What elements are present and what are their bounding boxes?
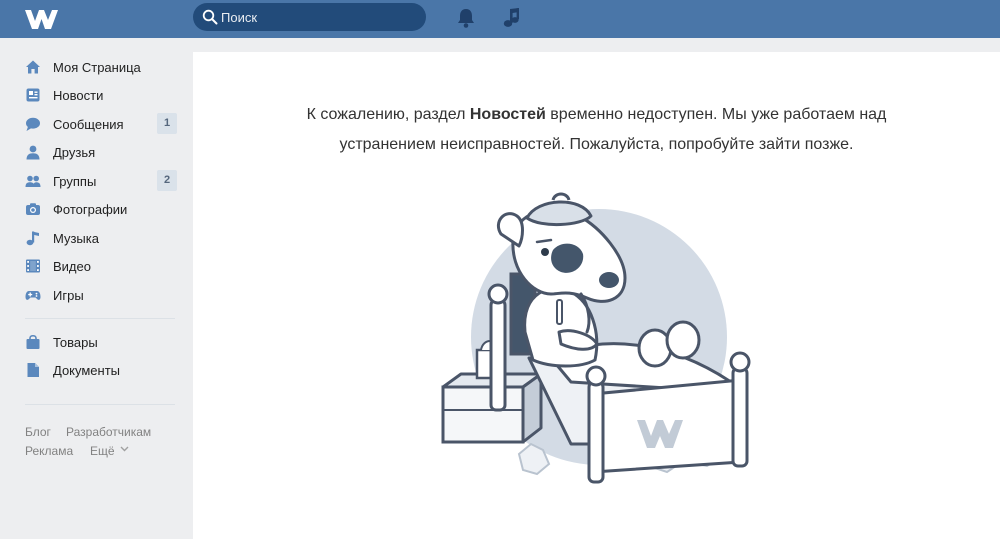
sidebar-item-market[interactable]: Товары	[0, 329, 185, 355]
sidebar-item-my-page[interactable]: Моя Страница	[0, 54, 185, 80]
messages-icon	[26, 117, 40, 131]
groups-count-badge: 2	[157, 170, 177, 191]
error-message-line2: устранением неисправностей. Пожалуйста, …	[339, 136, 854, 153]
main-content: К сожалению, раздел Новостей временно не…	[193, 52, 1000, 539]
footer-link-ads[interactable]: Реклама	[25, 444, 73, 458]
sidebar-item-music[interactable]: Музыка	[0, 225, 185, 251]
sidebar-item-label: Друзья	[53, 145, 96, 160]
sidebar-item-groups[interactable]: Группы 2	[0, 168, 185, 194]
home-icon	[26, 60, 40, 74]
sidebar-item-label: Товары	[53, 335, 98, 350]
music-note-icon	[26, 231, 39, 246]
news-icon	[26, 88, 40, 102]
error-message-part2: временно недоступен. Мы уже работаем над	[545, 106, 887, 123]
vk-logo-icon[interactable]	[24, 4, 60, 34]
music-note-icon[interactable]	[502, 7, 522, 29]
sidebar-item-label: Игры	[53, 288, 84, 303]
sidebar-item-friends[interactable]: Друзья	[0, 139, 185, 165]
sidebar-item-label: Фотографии	[53, 202, 128, 217]
sidebar-item-messages[interactable]: Сообщения 1	[0, 111, 185, 137]
sidebar-item-label: Сообщения	[53, 117, 124, 132]
sidebar-item-label: Музыка	[53, 231, 99, 246]
error-message: К сожалению, раздел Новостей временно не…	[193, 100, 1000, 160]
search-input[interactable]	[221, 3, 417, 31]
bell-icon[interactable]	[455, 7, 477, 29]
footer-link-blog[interactable]: Блог	[25, 425, 51, 439]
friend-icon	[26, 145, 40, 160]
sidebar-item-photos[interactable]: Фотографии	[0, 196, 185, 222]
sidebar-item-video[interactable]: Видео	[0, 253, 185, 279]
sidebar-item-label: Новости	[53, 88, 104, 103]
unread-count-badge: 1	[157, 113, 177, 134]
sidebar-item-documents[interactable]: Документы	[0, 357, 185, 383]
top-bar	[0, 0, 1000, 38]
sidebar-item-news[interactable]: Новости	[0, 82, 185, 108]
search-box[interactable]	[193, 3, 426, 31]
shopping-bag-icon	[26, 334, 40, 349]
sidebar-item-label: Моя Страница	[53, 60, 141, 75]
sidebar-item-games[interactable]: Игры	[0, 282, 185, 308]
search-icon	[202, 9, 218, 25]
error-message-section-name: Новостей	[469, 106, 546, 123]
error-message-part1: К сожалению, раздел	[306, 106, 470, 123]
groups-icon	[25, 175, 41, 187]
sidebar-item-label: Документы	[53, 363, 121, 378]
sidebar-item-label: Видео	[53, 259, 91, 274]
sidebar-divider	[25, 318, 175, 319]
footer-link-more[interactable]: Ещё	[90, 444, 115, 458]
footer-link-developers[interactable]: Разработчикам	[66, 425, 151, 439]
gamepad-icon	[25, 291, 41, 300]
sidebar-item-label: Группы	[53, 174, 97, 189]
sick-dog-in-bed-illustration	[441, 192, 751, 484]
film-icon	[26, 259, 40, 273]
document-icon	[27, 363, 39, 377]
camera-icon	[26, 203, 40, 215]
sidebar-divider	[25, 404, 175, 405]
chevron-down-icon[interactable]	[120, 446, 129, 452]
